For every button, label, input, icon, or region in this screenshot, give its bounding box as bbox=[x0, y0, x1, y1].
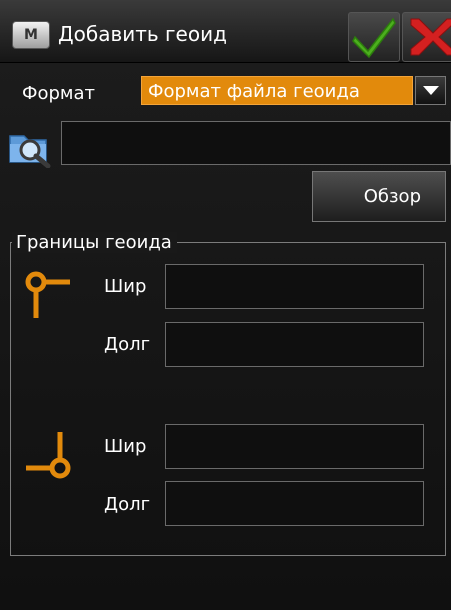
checkmark-icon bbox=[352, 17, 396, 59]
top-left-lat-label: Шир bbox=[104, 276, 147, 297]
close-icon bbox=[410, 18, 451, 56]
geoid-bounds-legend: Границы геоида bbox=[12, 232, 177, 253]
title-bar: M Добавить геоид bbox=[0, 0, 451, 63]
format-dropdown-button[interactable] bbox=[415, 76, 446, 105]
ok-button[interactable] bbox=[348, 12, 400, 62]
browse-button[interactable]: Обзор bbox=[312, 171, 446, 222]
geoid-file-path-input[interactable] bbox=[61, 121, 451, 165]
search-file-icon[interactable] bbox=[8, 126, 54, 169]
top-left-lat-input[interactable] bbox=[165, 264, 424, 309]
bottom-right-lat-input[interactable] bbox=[165, 424, 424, 469]
top-left-lon-input[interactable] bbox=[165, 322, 424, 367]
add-geoid-screen: M Добавить геоид Формат Формат файла гео… bbox=[0, 0, 451, 610]
page-title: Добавить геоид bbox=[58, 22, 227, 46]
top-left-corner-icon bbox=[22, 270, 72, 320]
chevron-down-icon bbox=[423, 86, 439, 95]
menu-button[interactable]: M bbox=[12, 21, 50, 49]
cancel-button[interactable] bbox=[402, 12, 451, 62]
bottom-right-lon-input[interactable] bbox=[165, 481, 424, 526]
format-label: Формат bbox=[22, 83, 96, 104]
bottom-right-lat-label: Шир bbox=[104, 436, 147, 457]
format-select-value[interactable]: Формат файла геоида bbox=[141, 76, 413, 105]
bottom-right-corner-icon bbox=[24, 430, 74, 480]
bottom-right-lon-label: Долг bbox=[104, 494, 151, 515]
format-select[interactable]: Формат файла геоида bbox=[141, 76, 446, 105]
top-left-lon-label: Долг bbox=[104, 334, 151, 355]
